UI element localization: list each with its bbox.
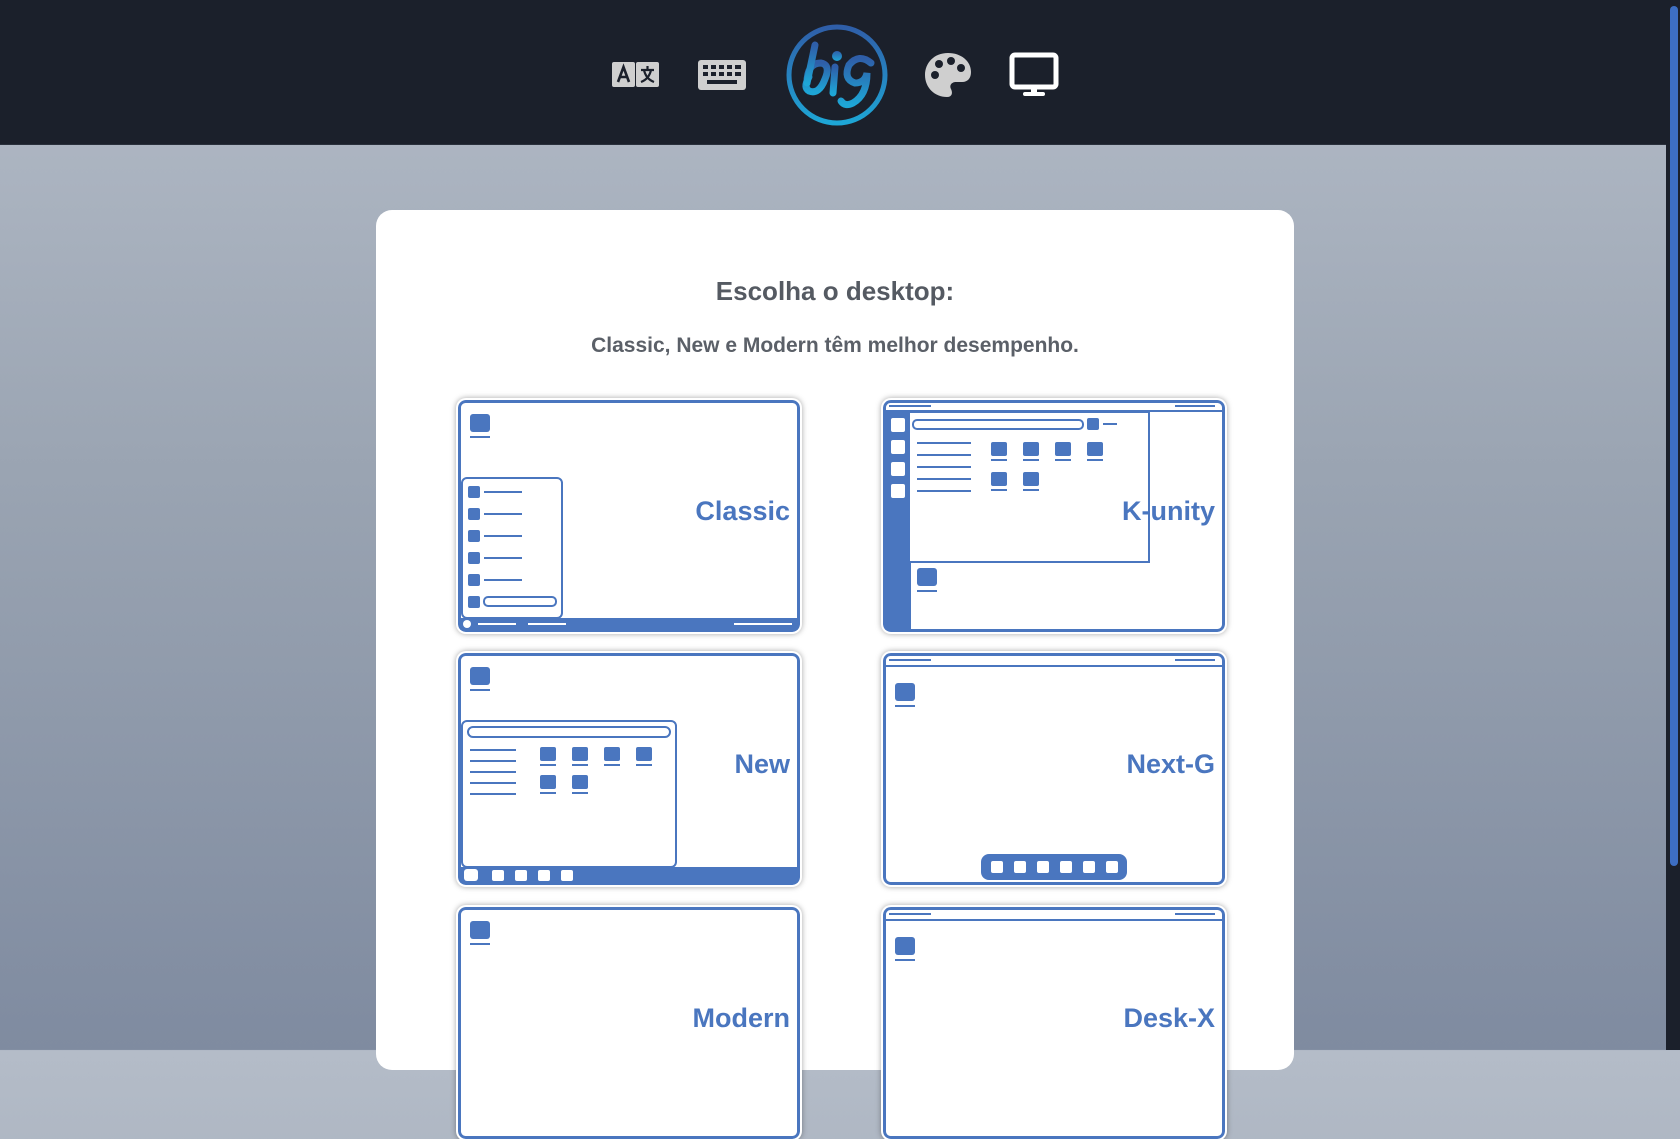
desktop-option-new[interactable]: New xyxy=(458,653,800,885)
scrollbar-thumb[interactable] xyxy=(1670,6,1678,866)
monitor-icon[interactable] xyxy=(1006,50,1062,100)
option-label: Classic xyxy=(695,496,790,526)
option-label: Next-G xyxy=(1126,749,1215,779)
option-label: K-unity xyxy=(1122,496,1215,526)
language-icon[interactable] xyxy=(608,50,664,100)
option-label: Modern xyxy=(692,1003,791,1033)
page-subtitle: Classic, New e Modern têm melhor desempe… xyxy=(591,334,1079,357)
palette-icon[interactable] xyxy=(920,50,976,100)
desktop-option-next-g[interactable]: Next-G xyxy=(883,653,1225,885)
desktop-option-modern[interactable]: Modern xyxy=(458,907,800,1139)
keyboard-icon[interactable] xyxy=(694,50,750,100)
desktop-option-k-unity[interactable]: K-unity xyxy=(883,400,1225,632)
desktop-option-classic[interactable]: Classic xyxy=(458,400,800,632)
scrollbar[interactable] xyxy=(1666,0,1680,1050)
top-bar xyxy=(0,0,1680,145)
desktop-chooser-card: Escolha o desktop: Classic, New e Modern… xyxy=(376,210,1294,1139)
biglinux-logo[interactable] xyxy=(785,23,889,127)
desktop-option-desk-x[interactable]: Desk-X xyxy=(883,907,1225,1139)
option-label: Desk-X xyxy=(1123,1003,1215,1033)
option-label: New xyxy=(734,749,790,779)
page-title: Escolha o desktop: xyxy=(715,276,955,306)
